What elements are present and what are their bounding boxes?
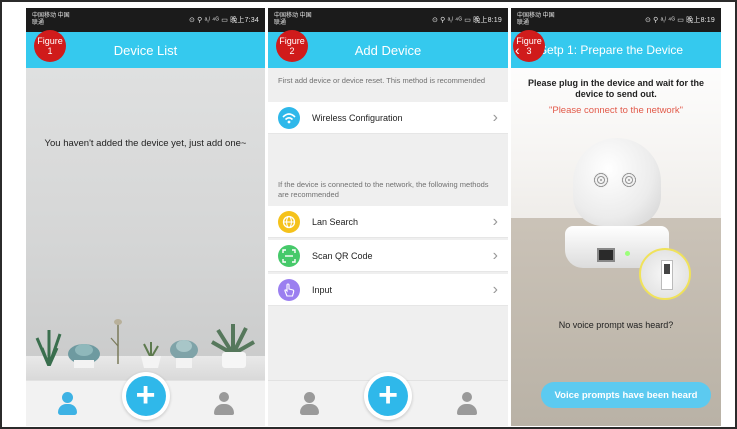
power-plug-zoom	[639, 248, 691, 300]
figure-badge-label: Figure	[279, 36, 305, 46]
globe-icon	[278, 210, 300, 233]
bottom-navigation: +	[26, 372, 265, 426]
item-label: Input	[312, 284, 333, 295]
add-device-button[interactable]: +	[121, 372, 170, 420]
chevron-right-icon: ›	[492, 108, 498, 126]
user-profile-icon[interactable]	[298, 392, 320, 416]
item-label: Lan Search	[312, 216, 359, 227]
status-light-icon	[625, 251, 630, 256]
carrier-text: 中国移动 中国联通	[32, 13, 70, 26]
plug-in-instruction: Please plug in the device and wait for t…	[527, 78, 705, 99]
figure-badge-number: 2	[289, 46, 295, 56]
status-indicators: ⊙ ⚲ ᵃᵢˡ ⁴ᴳ ▭ 晚上7:34	[188, 17, 259, 24]
wireless-configuration-item[interactable]: Wireless Configuration ›	[268, 102, 508, 134]
chevron-right-icon: ›	[492, 246, 498, 264]
input-item[interactable]: Input ›	[268, 274, 508, 306]
network-prompt: "Please connect to the network"	[548, 105, 684, 116]
status-indicators: ⊙ ⚲ ᵃᵢˡ ⁴ᴳ ▭ 晚上8:19	[431, 17, 502, 24]
empty-background-image	[26, 68, 265, 380]
plant-decoration	[32, 326, 66, 367]
page-title: Add Device	[354, 42, 422, 58]
chevron-right-icon: ›	[492, 212, 498, 230]
contacts-icon[interactable]	[456, 392, 478, 416]
ethernet-port-icon	[597, 248, 615, 262]
chevron-right-icon: ›	[492, 280, 498, 298]
plus-icon: +	[125, 376, 166, 416]
succulent-decoration	[166, 336, 202, 368]
carrier-text: 中国移动 中国联通	[274, 13, 312, 26]
figure-badge-1: Figure 1	[34, 30, 66, 62]
qr-scan-icon	[278, 244, 300, 267]
figure-badge-number: 3	[526, 46, 532, 56]
succulent-decoration	[66, 338, 102, 368]
hint-second: If the device is connected to the networ…	[278, 180, 489, 199]
item-label: Scan QR Code	[312, 250, 373, 261]
empty-state-message: You haven't added the device yet, just a…	[44, 138, 247, 149]
lan-search-item[interactable]: Lan Search ›	[268, 206, 508, 238]
voice-heard-button[interactable]: Voice prompts have been heard	[541, 382, 711, 408]
status-bar: 中国移动 中国联通 ⊙ ⚲ ᵃᵢˡ ⁴ᴳ ▭ 晚上8:19	[511, 8, 721, 32]
item-label: Wireless Configuration	[312, 112, 403, 123]
wifi-icon	[278, 106, 300, 129]
status-indicators: ⊙ ⚲ ᵃᵢˡ ⁴ᴳ ▭ 晚上8:19	[644, 17, 715, 24]
device-list-screen: 中国移动 中国联通 ⊙ ⚲ ᵃᵢˡ ⁴ᴳ ▭ 晚上7:34 Device Lis…	[26, 8, 265, 426]
add-device-screen: 中国移动 中国联通 ⊙ ⚲ ᵃᵢˡ ⁴ᴳ ▭ 晚上8:19 Add Device…	[268, 8, 508, 426]
page-title: Device List	[113, 42, 178, 58]
hand-pointer-icon	[278, 278, 300, 301]
status-bar: 中国移动 中国联通 ⊙ ⚲ ᵃᵢˡ ⁴ᴳ ▭ 晚上7:34	[26, 8, 265, 32]
prepare-device-screen: 中国移动 中国联通 ⊙ ⚲ ᵃᵢˡ ⁴ᴳ ▭ 晚上8:19 ‹ Setp 1: …	[511, 8, 721, 426]
stem-plant-decoration	[108, 316, 128, 364]
figure-frame: 中国移动 中国联通 ⊙ ⚲ ᵃᵢˡ ⁴ᴳ ▭ 晚上7:34 Device Lis…	[0, 0, 737, 429]
carrier-text: 中国移动 中国联通	[517, 13, 555, 26]
back-arrow-icon[interactable]: ‹	[515, 42, 520, 58]
add-method-list: First add device or device reset. This m…	[268, 68, 508, 380]
pot-decoration	[136, 340, 166, 368]
figure-badge-label: Figure	[516, 36, 542, 46]
figure-badge-number: 1	[47, 46, 53, 56]
large-plant-decoration	[206, 320, 260, 368]
figure-badge-2: Figure 2	[276, 30, 308, 62]
no-voice-link[interactable]: No voice prompt was heard?	[511, 320, 721, 330]
bottom-navigation: +	[268, 372, 508, 426]
add-device-button[interactable]: +	[364, 372, 412, 420]
camera-head	[573, 138, 661, 226]
plug-icon	[664, 264, 670, 274]
figure-badge-label: Figure	[37, 36, 63, 46]
contacts-icon[interactable]	[213, 392, 235, 416]
plus-icon: +	[368, 376, 408, 416]
scan-qr-code-item[interactable]: Scan QR Code ›	[268, 240, 508, 272]
user-profile-icon[interactable]	[56, 392, 78, 416]
hint-first: First add device or device reset. This m…	[278, 76, 486, 85]
speaker-grill-icon	[621, 172, 637, 188]
speaker-grill-icon	[593, 172, 609, 188]
status-bar: 中国移动 中国联通 ⊙ ⚲ ᵃᵢˡ ⁴ᴳ ▭ 晚上8:19	[268, 8, 508, 32]
